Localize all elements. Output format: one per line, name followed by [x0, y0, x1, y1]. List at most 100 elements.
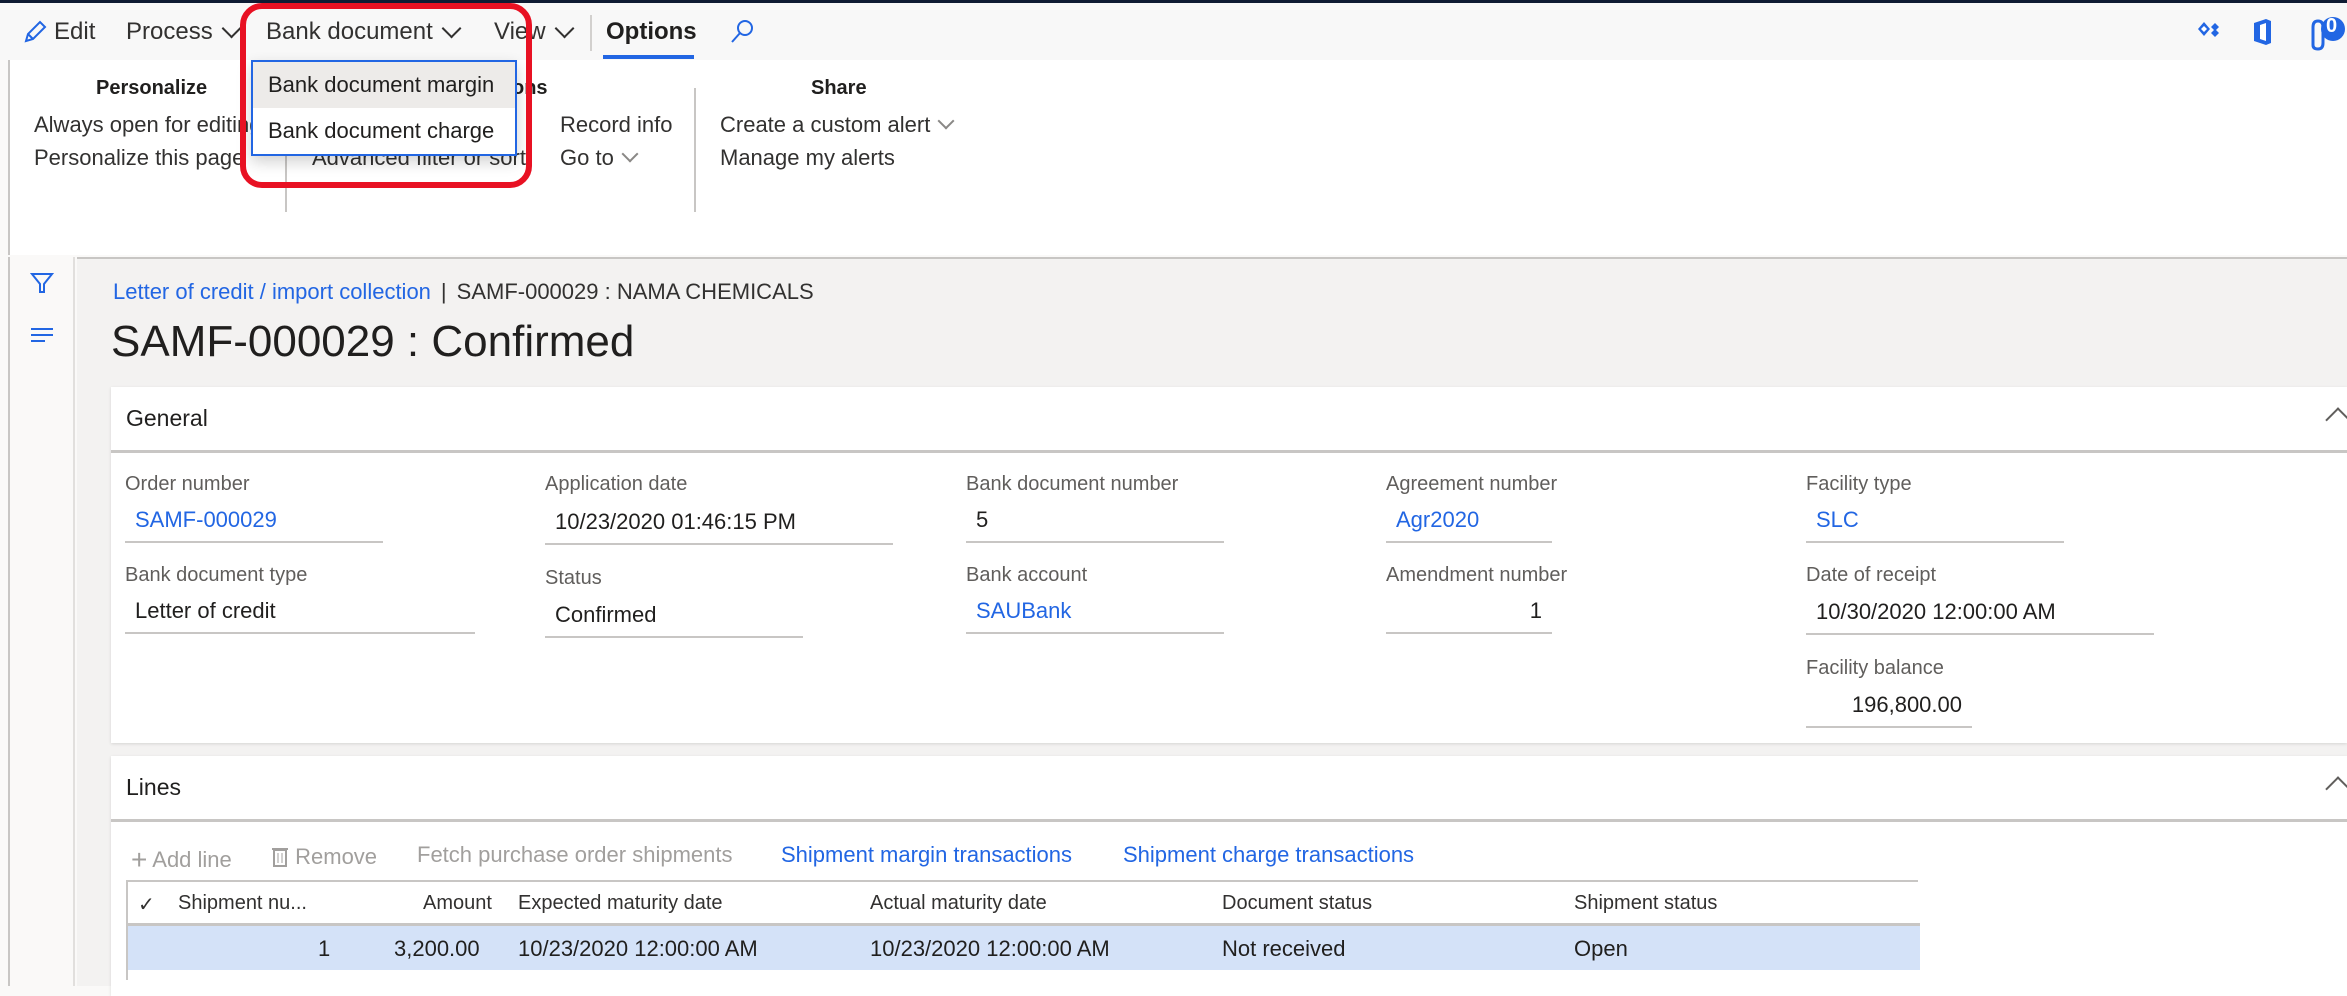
cell-expected-maturity-date: 10/23/2020 12:00:00 AM	[518, 936, 758, 961]
chevron-up-icon[interactable]	[2325, 776, 2347, 802]
attachments-count: 0	[2326, 15, 2338, 37]
office-button[interactable]	[2250, 17, 2274, 52]
breadcrumb-link[interactable]: Letter of credit / import collection	[113, 279, 431, 304]
status-label: Status	[545, 567, 602, 589]
cell-amount: 3,200.00	[394, 936, 480, 961]
bank-document-number-label: Bank document number	[966, 473, 1179, 495]
lines-header[interactable]: Lines	[111, 756, 2347, 822]
table-row[interactable]: 1 3,200.00 10/23/2020 12:00:00 AM 10/23/…	[128, 926, 1920, 970]
view-menu[interactable]: View	[494, 3, 575, 60]
divider	[590, 15, 592, 51]
facility-type-label: Facility type	[1806, 473, 1912, 495]
left-rail	[8, 257, 75, 986]
fetch-purchase-order-shipments-button[interactable]: Fetch purchase order shipments	[417, 842, 733, 868]
power-apps-button[interactable]	[2196, 17, 2222, 48]
general-section: General Order number SAMF-000029 Bank do…	[111, 387, 2347, 743]
bank-account-field[interactable]: SAUBank	[966, 598, 1224, 634]
status-field[interactable]: Confirmed	[545, 602, 803, 638]
date-of-receipt-label: Date of receipt	[1806, 564, 1937, 586]
cell-shipment-number: 1	[318, 936, 331, 961]
always-open-for-editing[interactable]: Always open for editing	[34, 112, 261, 138]
column-header-expected-maturity-date[interactable]: Expected maturity date	[518, 892, 723, 915]
column-header-amount[interactable]: Amount	[423, 892, 492, 915]
lines-icon	[31, 328, 53, 342]
breadcrumb-separator: |	[440, 279, 447, 304]
divider	[285, 150, 287, 212]
search-button[interactable]	[728, 3, 756, 60]
options-label: Options	[606, 17, 697, 45]
bank-document-type-field[interactable]: Letter of credit	[125, 598, 475, 634]
application-date-label: Application date	[545, 473, 688, 495]
breadcrumb-current: SAMF-000029 : NAMA CHEMICALS	[456, 279, 814, 304]
order-number-field[interactable]: SAMF-000029	[125, 507, 383, 543]
plus-icon: +	[131, 844, 148, 875]
chevron-down-icon	[221, 18, 242, 38]
column-header-document-status[interactable]: Document status	[1222, 892, 1372, 915]
shipment-charge-transactions-button[interactable]: Shipment charge transactions	[1123, 842, 1414, 868]
cell-actual-maturity-date: 10/23/2020 12:00:00 AM	[870, 936, 1110, 961]
shipment-margin-transactions-button[interactable]: Shipment margin transactions	[781, 842, 1072, 868]
lines-grid: ✓ Shipment nu... Amount Expected maturit…	[126, 880, 1920, 980]
remove-label: Remove	[295, 844, 378, 869]
bank-account-label: Bank account	[966, 564, 1088, 586]
filter-icon	[29, 273, 55, 293]
share-heading: Share	[811, 77, 867, 99]
filter-button[interactable]	[29, 271, 55, 300]
select-all-checkbox[interactable]: ✓	[138, 892, 155, 917]
lines-section: Lines + Add line Remove Fetch purchase o…	[111, 756, 2347, 996]
chevron-up-icon[interactable]	[2325, 407, 2347, 433]
divider	[694, 88, 696, 212]
remove-button[interactable]: Remove	[271, 842, 377, 870]
grid-header: ✓ Shipment nu... Amount Expected maturit…	[128, 882, 1920, 926]
process-menu[interactable]: Process	[126, 3, 242, 60]
personalize-this-page[interactable]: Personalize this page	[34, 145, 244, 171]
agreement-number-label: Agreement number	[1386, 473, 1558, 495]
chevron-down-icon	[441, 18, 462, 38]
personalize-heading: Personalize	[96, 77, 208, 99]
general-header[interactable]: General	[111, 387, 2347, 453]
bank-document-dropdown: Bank document margin Bank document charg…	[251, 60, 517, 156]
column-header-actual-maturity-date[interactable]: Actual maturity date	[870, 892, 1047, 915]
tab-options[interactable]: Options	[606, 3, 697, 60]
go-to-label: Go to	[560, 145, 614, 170]
application-date-field[interactable]: 10/23/2020 01:46:15 PM	[545, 509, 893, 545]
record-info[interactable]: Record info	[560, 112, 673, 138]
chevron-down-icon	[621, 145, 639, 163]
bank-document-number-field[interactable]: 5	[966, 507, 1224, 543]
chevron-down-icon	[937, 112, 955, 130]
page-title: SAMF-000029 : Confirmed	[111, 317, 635, 366]
menu-item-bank-document-charge[interactable]: Bank document charge	[253, 108, 515, 154]
view-label: View	[494, 17, 546, 45]
trash-icon	[272, 848, 288, 867]
go-to-menu[interactable]: Go to	[560, 145, 639, 171]
create-custom-alert-menu[interactable]: Create a custom alert	[720, 112, 955, 138]
attachments-button[interactable]: 0	[2305, 15, 2347, 58]
cell-document-status: Not received	[1222, 936, 1346, 961]
order-number-label: Order number	[125, 473, 250, 495]
action-bar: Edit Process Bank document View Options …	[0, 3, 2347, 60]
cell-shipment-status: Open	[1574, 936, 1628, 961]
general-title: General	[126, 405, 208, 431]
search-icon	[731, 19, 753, 43]
lines-title: Lines	[126, 774, 181, 800]
column-header-shipment-status[interactable]: Shipment status	[1574, 892, 1717, 915]
facility-balance-field[interactable]: 196,800.00	[1806, 692, 1972, 728]
facility-balance-label: Facility balance	[1806, 657, 1944, 679]
related-info-button[interactable]	[31, 327, 53, 348]
create-custom-alert-label: Create a custom alert	[720, 112, 931, 137]
column-header-shipment-number[interactable]: Shipment nu...	[178, 892, 307, 915]
add-line-button[interactable]: + Add line	[131, 842, 232, 875]
bank-document-label: Bank document	[266, 17, 433, 45]
page-options-heading: ons	[512, 77, 548, 99]
menu-item-bank-document-margin[interactable]: Bank document margin	[253, 62, 515, 108]
amendment-number-field[interactable]: 1	[1386, 598, 1552, 634]
pencil-icon	[24, 20, 47, 42]
edit-button[interactable]: Edit	[22, 3, 95, 60]
add-line-label: Add line	[152, 847, 232, 872]
office-icon	[2254, 19, 2271, 45]
manage-my-alerts[interactable]: Manage my alerts	[720, 145, 895, 171]
agreement-number-field[interactable]: Agr2020	[1386, 507, 1552, 543]
facility-type-field[interactable]: SLC	[1806, 507, 2064, 543]
date-of-receipt-field[interactable]: 10/30/2020 12:00:00 AM	[1806, 599, 2154, 635]
bank-document-menu[interactable]: Bank document	[266, 3, 462, 60]
